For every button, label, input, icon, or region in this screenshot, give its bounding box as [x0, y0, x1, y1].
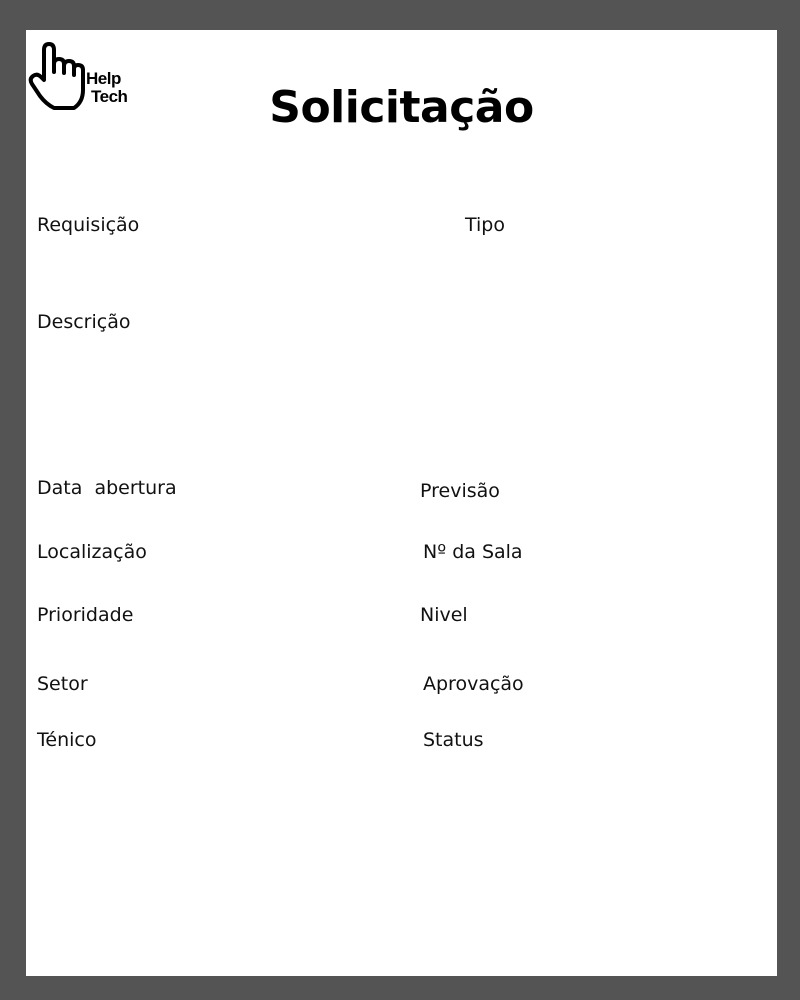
- page-title: Solicitação: [269, 82, 534, 133]
- label-data-abertura: Data abertura: [37, 477, 177, 499]
- request-form-sheet: Help Tech Solicitação Requisição Tipo De…: [26, 30, 777, 976]
- label-tecnico: Ténico: [37, 729, 97, 751]
- label-status: Status: [423, 729, 484, 751]
- label-tipo: Tipo: [465, 214, 505, 236]
- label-localizacao: Localização: [37, 541, 147, 563]
- label-previsao: Previsão: [420, 480, 500, 502]
- label-aprovacao: Aprovação: [423, 673, 524, 695]
- label-nivel: Nivel: [420, 604, 468, 626]
- label-setor: Setor: [37, 673, 88, 695]
- label-requisicao: Requisição: [37, 214, 140, 236]
- label-descricao: Descrição: [37, 311, 131, 333]
- label-prioridade: Prioridade: [37, 604, 134, 626]
- label-numero-sala: Nº da Sala: [423, 541, 523, 563]
